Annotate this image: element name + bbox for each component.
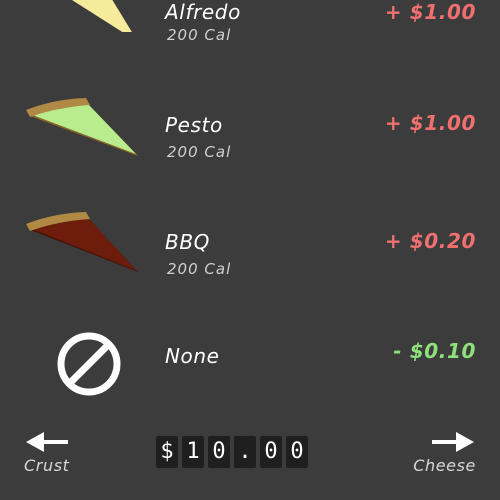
bbq-pizza-slice-icon: [20, 206, 145, 286]
total-digit: 0: [286, 436, 308, 468]
no-sauce-icon: [20, 323, 145, 403]
sauce-name: None: [165, 344, 220, 368]
sauce-option-none[interactable]: None - $0.10: [0, 315, 500, 415]
total-digit: 0: [208, 436, 230, 468]
pesto-pizza-slice-icon: [20, 90, 145, 170]
sauce-name: Pesto: [165, 113, 223, 137]
sauce-name: Alfredo: [165, 0, 241, 24]
total-digit: .: [234, 436, 256, 468]
sauce-calories: 200 Cal: [167, 260, 232, 278]
sauce-calories: 200 Cal: [167, 143, 232, 161]
back-crust-button[interactable]: Crust: [22, 428, 112, 478]
sauce-name: BBQ: [165, 230, 210, 254]
sauce-price: - $0.10: [393, 339, 476, 363]
total-digit: 1: [182, 436, 204, 468]
sauce-calories: 200 Cal: [167, 26, 232, 44]
total-digit: $: [156, 436, 178, 468]
back-button-label: Crust: [24, 456, 70, 475]
sauce-option-pesto[interactable]: Pesto 200 Cal + $1.00: [0, 80, 500, 180]
arrow-left-icon: [24, 430, 70, 458]
sauce-price: + $0.20: [384, 229, 476, 253]
next-button-label: Cheese: [413, 456, 476, 475]
order-total-display: $ 1 0 . 0 0: [156, 436, 312, 468]
sauce-option-bbq[interactable]: BBQ 200 Cal + $0.20: [0, 198, 500, 298]
total-digit: 0: [260, 436, 282, 468]
sauce-option-alfredo[interactable]: Alfredo 200 Cal + $1.00: [0, 0, 500, 44]
next-cheese-button[interactable]: Cheese: [388, 428, 478, 478]
arrow-right-icon: [430, 430, 476, 458]
sauce-price: + $1.00: [384, 111, 476, 135]
sauce-price: + $1.00: [384, 0, 476, 24]
alfredo-pizza-slice-icon: [20, 0, 145, 32]
